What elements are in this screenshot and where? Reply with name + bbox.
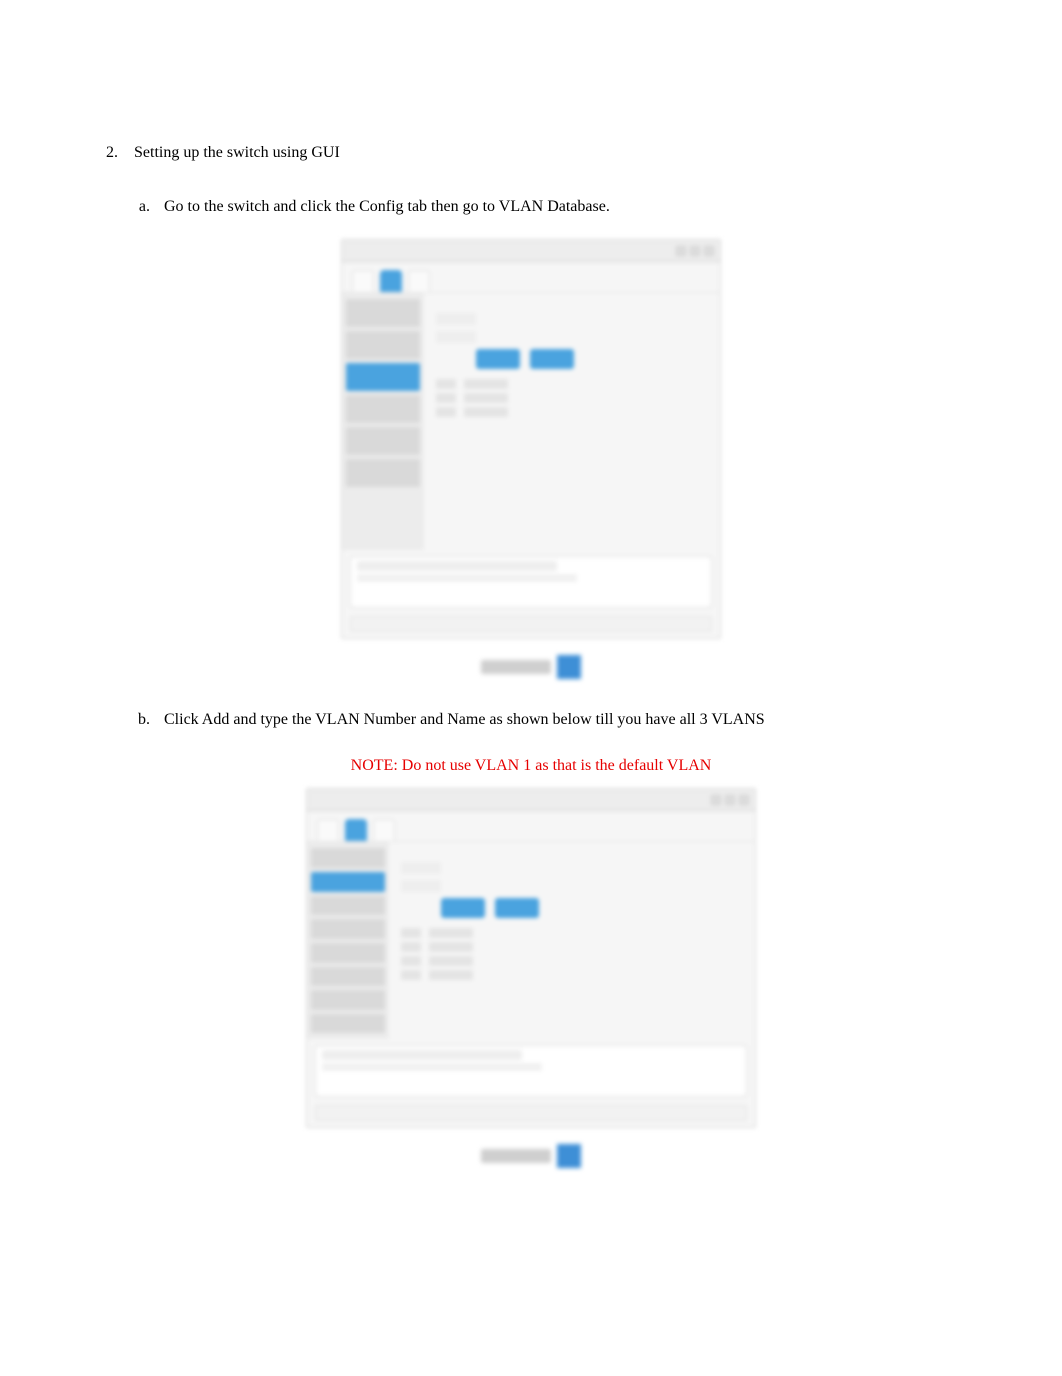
pagination-bar [481,660,551,674]
screenshot-2 [306,788,756,1128]
step-2: 2. Setting up the switch using GUI [100,140,962,166]
cli-line [357,574,577,582]
substep-b: b. Click Add and type the VLAN Number an… [134,707,962,733]
minimize-icon [676,246,686,256]
window-buttons [676,246,714,256]
substep-b-letter: b. [134,707,164,733]
table-row [401,928,743,938]
status-bar [315,1105,747,1121]
sidebar-item [346,427,420,455]
substep-a-text: Go to the switch and click the Config ta… [164,194,962,220]
vlan-number-field [436,313,476,325]
sidebar-item [311,848,385,868]
button-row [441,898,743,918]
tab-row [307,811,755,841]
sidebar-item [311,967,385,987]
vlan-table [401,928,743,980]
sidebar-item [311,990,385,1010]
sidebar-item [311,896,385,916]
tab-config [380,270,402,292]
table-row [436,379,708,389]
shot-sidebar [342,293,424,550]
ios-cli-panel [350,556,712,608]
sidebar-item-vlan-database [311,872,385,892]
shot-sidebar [307,842,389,1039]
vlan-number-field [401,862,441,874]
screenshot-1-container [100,239,962,679]
cli-line [322,1063,542,1071]
sidebar-item-vlan-database [346,363,420,391]
shot-body [342,292,720,550]
pagination-1 [481,655,581,679]
table-row [401,970,743,980]
step-title: Setting up the switch using GUI [134,140,962,166]
maximize-icon [725,795,735,805]
pagination-2 [481,1144,581,1168]
tab-physical [317,819,339,841]
remove-button [495,898,539,918]
close-icon [739,795,749,805]
pagination-indicator [557,1144,581,1168]
tab-cli [373,819,395,841]
tab-cli [408,270,430,292]
vlan-table [436,379,708,417]
shot-main [424,293,720,550]
cli-title [322,1050,522,1060]
screenshot-1 [341,239,721,639]
table-row [436,393,708,403]
sidebar-item [311,919,385,939]
vlan-name-field [401,880,441,892]
add-button [476,349,520,369]
sidebar-item [311,943,385,963]
table-row [401,942,743,952]
table-row [436,407,708,417]
add-button [441,898,485,918]
window-titlebar [307,789,755,811]
pagination-bar [481,1149,551,1163]
maximize-icon [690,246,700,256]
status-bar [350,616,712,632]
sidebar-item [311,1014,385,1034]
tab-row [342,262,720,292]
table-row [401,956,743,966]
close-icon [704,246,714,256]
remove-button [530,349,574,369]
shot-main [389,842,755,1039]
substep-a: a. Go to the switch and click the Config… [134,194,962,220]
vlan-name-field [436,331,476,343]
minimize-icon [711,795,721,805]
button-row [476,349,708,369]
vlan-note: NOTE: Do not use VLAN 1 as that is the d… [100,753,962,779]
ios-cli-panel [315,1045,747,1097]
sidebar-item [346,459,420,487]
substep-a-letter: a. [134,194,164,220]
sidebar-item [346,331,420,359]
shot-body [307,841,755,1039]
cli-title [357,561,557,571]
tab-config [345,819,367,841]
tab-physical [352,270,374,292]
pagination-indicator [557,655,581,679]
window-titlebar [342,240,720,262]
sidebar-item [346,299,420,327]
substep-b-text: Click Add and type the VLAN Number and N… [164,707,962,733]
screenshot-2-container [100,788,962,1168]
window-buttons [711,795,749,805]
step-number: 2. [100,140,134,166]
sidebar-item [346,395,420,423]
